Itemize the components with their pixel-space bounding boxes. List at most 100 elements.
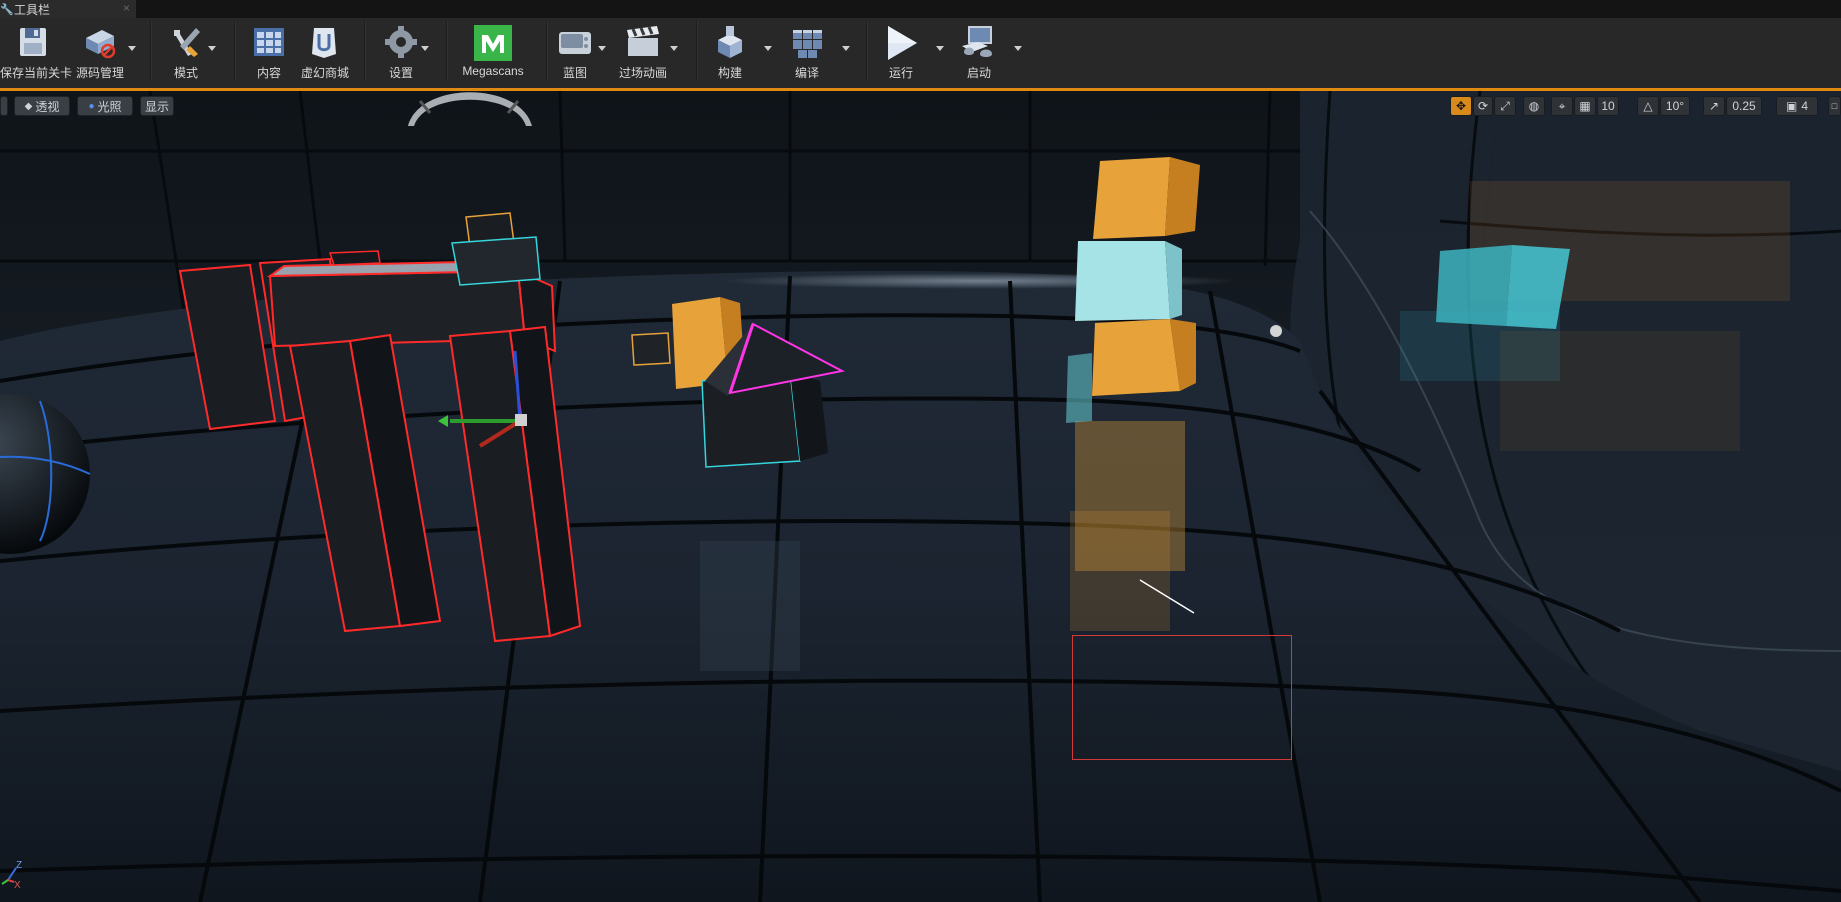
scale-snap-value-label: 0.25 xyxy=(1732,99,1756,113)
toolbar-separator xyxy=(696,22,698,80)
source-control-icon xyxy=(86,30,116,59)
save-icon xyxy=(20,28,46,56)
rotate-snap-value-label: 10° xyxy=(1665,99,1685,113)
show-label: 显示 xyxy=(144,99,169,114)
toolbar-tab[interactable]: 🔧 工具栏 × xyxy=(0,0,136,18)
rotate-snap-toggle[interactable]: △ xyxy=(1637,96,1659,116)
tab-bar: 🔧 工具栏 × xyxy=(0,0,1841,19)
rotate-mode-button[interactable]: ⟳ xyxy=(1473,96,1493,116)
toolbar-separator xyxy=(546,22,548,80)
compile-label: 编译 xyxy=(794,66,819,80)
compile-icon xyxy=(793,30,822,58)
source-control-button[interactable]: 源码管理 xyxy=(70,20,130,82)
tab-title: 工具栏 xyxy=(14,2,51,17)
scale-snap-icon: ↗ xyxy=(1708,99,1720,113)
grid-snap-value[interactable]: 10 xyxy=(1597,96,1619,116)
cinematics-dropdown-icon[interactable] xyxy=(670,46,678,51)
surface-snap-button[interactable]: ⌖ xyxy=(1551,96,1573,116)
scale-snap-toggle[interactable]: ↗ xyxy=(1703,96,1725,116)
marketplace-label: 虚幻商城 xyxy=(300,66,349,80)
build-button[interactable]: 构建 xyxy=(708,20,752,82)
close-icon[interactable]: × xyxy=(123,1,130,15)
save-current-level-button[interactable]: 保存当前关卡 xyxy=(0,20,73,82)
settings-label: 设置 xyxy=(388,66,413,80)
toolbar-separator xyxy=(234,22,236,80)
play-label: 运行 xyxy=(888,66,913,80)
grid-snap-value-label: 10 xyxy=(1601,99,1615,113)
cinematics-button[interactable]: 过场动画 xyxy=(614,20,672,82)
megascans-icon xyxy=(474,25,512,61)
content-label: 内容 xyxy=(256,66,281,80)
angle-icon: △ xyxy=(1643,99,1653,113)
compile-dropdown-icon[interactable] xyxy=(842,46,850,51)
maximize-icon: □ xyxy=(1831,101,1838,111)
settings-button[interactable]: 设置 xyxy=(374,20,428,82)
main-toolbar: 保存当前关卡 源码管理 模式 内容 虚幻商城 设置 Megascans 蓝图 过… xyxy=(0,18,1841,88)
lit-mode-button[interactable]: ● 光照 xyxy=(77,96,133,116)
build-label: 构建 xyxy=(717,66,742,80)
scale-icon: ⤢ xyxy=(1500,98,1510,113)
grid-icon: ▦ xyxy=(1579,99,1591,113)
translate-mode-button[interactable]: ✥ xyxy=(1450,96,1472,116)
blueprint-label: 蓝图 xyxy=(562,66,587,80)
camera-speed-button[interactable]: ▣ 4 xyxy=(1776,96,1818,116)
build-dropdown-icon[interactable] xyxy=(764,46,772,51)
perspective-label: 透视 xyxy=(35,99,60,114)
toolbar-separator xyxy=(866,22,868,80)
axis-z-label: Z xyxy=(16,860,22,871)
launch-dropdown-icon[interactable] xyxy=(1014,46,1022,51)
scale-mode-button[interactable]: ⤢ xyxy=(1494,96,1516,116)
wrench-icon: 🔧 xyxy=(0,3,14,16)
cinematics-label: 过场动画 xyxy=(618,66,667,80)
globe-icon: ◍ xyxy=(1528,99,1540,113)
viewport-options-button[interactable] xyxy=(0,96,8,116)
world-local-toggle[interactable]: ◍ xyxy=(1523,96,1545,116)
level-viewport[interactable]: Z X xyxy=(0,91,1841,902)
modes-label: 模式 xyxy=(173,66,198,80)
build-icon xyxy=(718,26,742,58)
settings-dropdown-icon[interactable] xyxy=(421,46,429,51)
content-icon xyxy=(254,28,284,56)
surface-snap-icon: ⌖ xyxy=(1558,98,1566,113)
toolbar-separator xyxy=(364,22,366,80)
content-button[interactable]: 内容 xyxy=(244,20,294,82)
source-control-dropdown-icon[interactable] xyxy=(128,46,136,51)
launch-icon xyxy=(962,26,992,57)
clapperboard-icon xyxy=(627,26,659,56)
axis-x-label: X xyxy=(14,880,21,890)
toolbar-separator xyxy=(446,22,448,80)
show-button[interactable]: 显示 xyxy=(140,96,174,116)
modes-icon xyxy=(174,28,200,57)
perspective-button[interactable]: ◆ 透视 xyxy=(14,96,70,116)
rotate-snap-value[interactable]: 10° xyxy=(1660,96,1690,116)
translate-icon: ✥ xyxy=(1455,99,1467,113)
marketplace-button[interactable]: 虚幻商城 xyxy=(296,20,354,82)
selection-marquee xyxy=(1072,635,1292,760)
modes-button[interactable]: 模式 xyxy=(160,20,212,82)
compile-button[interactable]: 编译 xyxy=(782,20,832,82)
modes-dropdown-icon[interactable] xyxy=(208,46,216,51)
lit-label: 光照 xyxy=(97,99,122,114)
megascans-button[interactable]: Megascans xyxy=(455,20,531,82)
save-label: 保存当前关卡 xyxy=(0,66,73,80)
grid-snap-toggle[interactable]: ▦ xyxy=(1574,96,1596,116)
maximize-viewport-button[interactable]: □ xyxy=(1828,96,1841,116)
axis-indicator: Z X xyxy=(1,860,22,890)
camera-icon: ▣ xyxy=(1785,99,1798,113)
perspective-icon: ◆ xyxy=(24,100,33,112)
scale-snap-value[interactable]: 0.25 xyxy=(1726,96,1762,116)
blueprint-button[interactable]: 蓝图 xyxy=(554,20,596,82)
camera-speed-value: 4 xyxy=(1801,99,1809,113)
play-dropdown-icon[interactable] xyxy=(936,46,944,51)
play-icon xyxy=(888,26,917,60)
launch-button[interactable]: 启动 xyxy=(954,20,1004,82)
lit-sphere-icon: ● xyxy=(88,100,95,112)
launch-label: 启动 xyxy=(966,66,991,80)
scene-render[interactable] xyxy=(0,91,1841,902)
megascans-label: Megascans xyxy=(462,64,524,78)
play-button[interactable]: 运行 xyxy=(878,20,924,82)
rotate-icon: ⟳ xyxy=(1477,99,1489,113)
source-control-label: 源码管理 xyxy=(75,66,124,80)
blueprint-icon xyxy=(559,32,591,54)
blueprint-dropdown-icon[interactable] xyxy=(598,46,606,51)
